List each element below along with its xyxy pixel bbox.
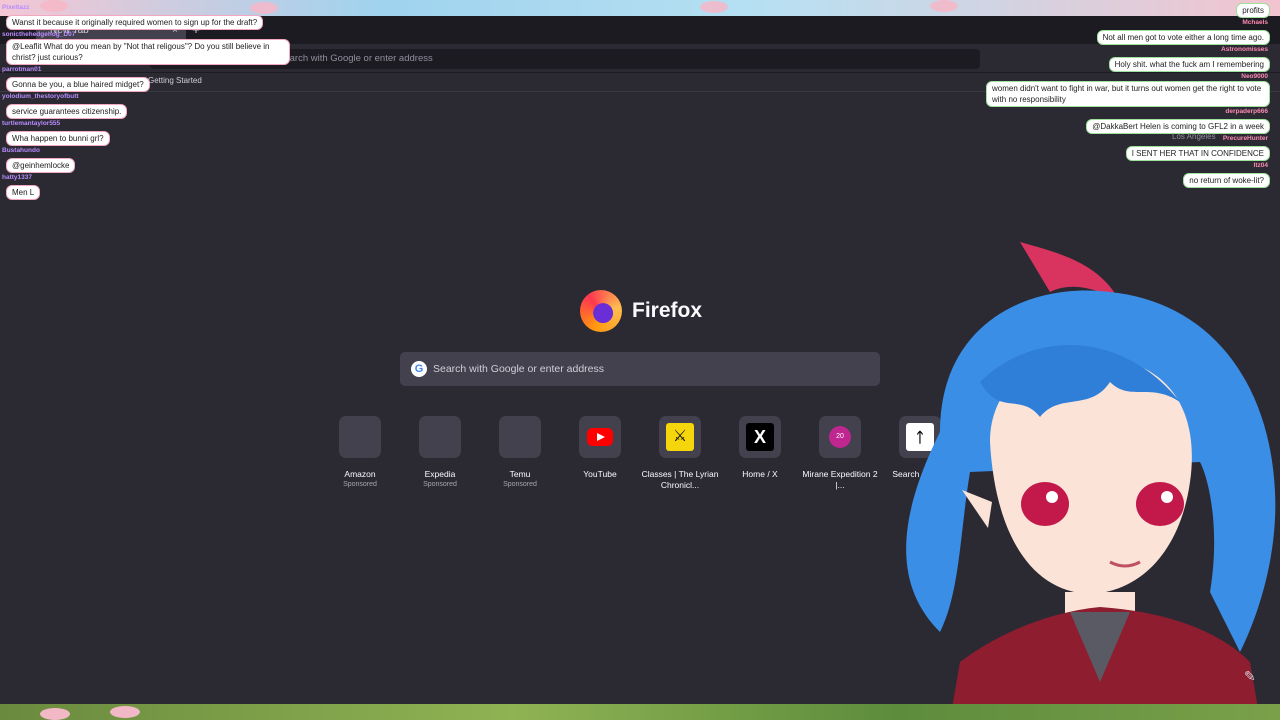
chat-message: Bustahundo @geinhemlocke <box>0 147 290 173</box>
shortcut-x[interactable]: X Home / X <box>720 416 800 480</box>
chat-message: profits <box>980 0 1270 18</box>
chat-bubble: Holy shit. what the fuck am I rememberin… <box>1108 57 1270 72</box>
chat-message: yolodium_thestoryofbuttservice guarantee… <box>0 93 290 119</box>
chat-message: Pixeltazz Wanst it because it originally … <box>0 4 290 30</box>
chat-bubble: @geinhemlocke <box>6 158 76 173</box>
chat-username: Neo9000 <box>1241 73 1268 80</box>
chat-username: hatty1337 <box>2 174 32 181</box>
shortcut-label: Amazon <box>344 469 376 479</box>
chat-username: Mchaels <box>1242 19 1268 26</box>
tile-bg: 20 <box>819 416 861 458</box>
shortcut-label: YouTube <box>583 469 617 479</box>
shortcut-label: Temu <box>509 469 531 479</box>
chat-bubble: Gonna be you, a blue haired midget? <box>6 77 150 92</box>
petal-decoration <box>110 706 140 718</box>
chat-message: Astronomisses Holy shit. what the fuck am… <box>980 46 1270 72</box>
stream-bottom-scenery <box>0 704 1280 720</box>
tile-bg: ⚔ <box>659 416 701 458</box>
chat-bubble: women didn't want to fight in war, but i… <box>986 81 1270 107</box>
chat-username: yolodium_thestoryofbutt <box>2 93 79 100</box>
youtube-icon <box>587 428 613 446</box>
chat-bubble: @Leaflit What do you mean by "Not that r… <box>6 39 290 65</box>
chat-username: parrotman01 <box>2 66 42 73</box>
chat-message: PrecureHunter I SENT HER THAT IN CONFIDEN… <box>980 135 1270 161</box>
chat-username: Pixeltazz <box>2 4 30 11</box>
elf-ear <box>962 490 992 528</box>
home-search-input[interactable]: G Search with Google or enter address <box>400 352 880 386</box>
tile-bg <box>579 416 621 458</box>
chat-username: PrecureHunter <box>1222 135 1268 142</box>
chat-message: turtlemantaylor555 Wha happen to bunni gr… <box>0 120 290 146</box>
shortcut-label: Home / X <box>742 469 778 479</box>
eye-highlight <box>1161 491 1173 503</box>
chat-overlay-left: Pixeltazz Wanst it because it originally … <box>0 4 290 201</box>
sponsored-label: Sponsored <box>343 481 377 488</box>
shortcut-label: Mirane Expedition 2 |... <box>802 469 878 490</box>
tile-bg: X <box>739 416 781 458</box>
chat-bubble: Wanst it because it originally required … <box>6 15 264 30</box>
chat-message: sonicthehedgehog_D07 @Leaflit What do you… <box>0 31 290 65</box>
chat-username: turtlemantaylor555 <box>2 120 61 127</box>
shortcut-youtube[interactable]: YouTube <box>560 416 640 480</box>
left-eye <box>1021 482 1069 526</box>
blossom-decoration <box>930 0 958 12</box>
chat-bubble: Wha happen to bunni grl? <box>6 131 110 146</box>
firefox-logo-icon <box>580 290 622 332</box>
shortcut-temu[interactable]: Temu Sponsored <box>480 416 560 490</box>
chat-message: Neo9000 women didn't want to fight in war… <box>980 73 1270 107</box>
chat-username: Bustahundo <box>2 147 40 154</box>
chat-bubble: I SENT HER THAT IN CONFIDENCE <box>1125 146 1270 161</box>
blank-tile-icon <box>339 416 381 458</box>
eye-highlight <box>1046 491 1058 503</box>
shortcut-classes[interactable]: ⚔ Classes | The Lyrian Chronicl... <box>640 416 720 491</box>
vtuber-avatar <box>906 242 1276 720</box>
firefox-brand: Firefox <box>580 290 702 332</box>
d20-icon: 20 <box>829 426 851 448</box>
x-logo-icon: X <box>746 423 774 451</box>
chat-bubble: Men L <box>6 185 41 200</box>
chat-username: Itz04 <box>1253 162 1268 169</box>
chat-bubble: service guarantees citizenship. <box>6 104 128 119</box>
search-placeholder: Search with Google or enter address <box>433 363 605 375</box>
chat-username: derpaderp666 <box>1225 108 1268 115</box>
chat-message: hatty1337 Men L <box>0 174 290 200</box>
edit-pencil-icon[interactable]: ✎ <box>1244 668 1256 685</box>
sword-icon: ⚔ <box>666 423 694 451</box>
blossom-decoration <box>700 1 728 13</box>
sponsored-label: Sponsored <box>423 481 457 488</box>
chat-bubble: Not all men got to vote either a long ti… <box>1096 30 1270 45</box>
shortcut-expedia[interactable]: Expedia Sponsored <box>400 416 480 490</box>
chat-message: Itz04 no return of woke-lit? <box>980 162 1270 188</box>
chat-bubble: no return of woke-lit? <box>1183 173 1270 188</box>
shortcut-mirane[interactable]: 20 Mirane Expedition 2 |... <box>800 416 880 491</box>
chat-message: parrotman01 Gonna be you, a blue haired m… <box>0 66 290 92</box>
petal-decoration <box>40 708 70 720</box>
blank-tile-icon <box>499 416 541 458</box>
shortcut-label: Classes | The Lyrian Chronicl... <box>641 469 719 490</box>
chat-overlay-right: profits Mchaels Not all men got to vote e… <box>980 0 1270 189</box>
chat-bubble: profits <box>1236 3 1270 18</box>
brand-wordmark: Firefox <box>632 299 703 322</box>
shortcut-amazon[interactable]: Amazon Sponsored <box>320 416 400 490</box>
right-eye <box>1136 482 1184 526</box>
shortcut-label: Expedia <box>424 469 456 479</box>
chat-message: Mchaels Not all men got to vote either a … <box>980 19 1270 45</box>
sponsored-label: Sponsored <box>503 481 537 488</box>
chat-username: sonicthehedgehog_D07 <box>2 31 76 38</box>
weather-city-label: Los Angeles <box>1172 132 1216 141</box>
chat-username: Astronomisses <box>1221 46 1268 53</box>
blank-tile-icon <box>419 416 461 458</box>
chat-message: derpaderp666 @DakkaBert Helen is coming t… <box>980 108 1270 134</box>
google-icon: G <box>411 361 427 377</box>
